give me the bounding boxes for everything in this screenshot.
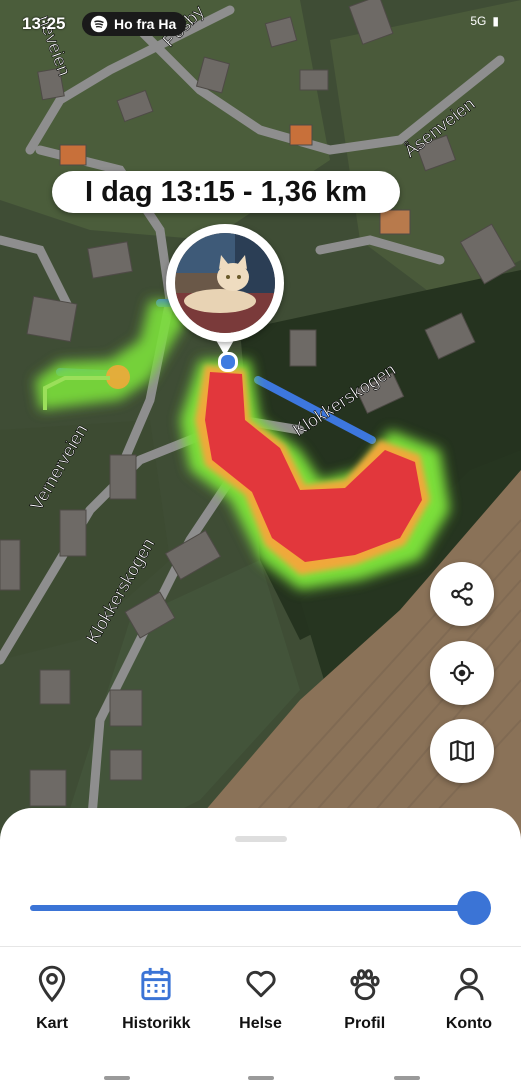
share-button[interactable] — [430, 562, 494, 626]
slider-track — [30, 905, 474, 911]
map-icon — [450, 740, 474, 762]
bottom-navigation: Kart Historikk Helse Profil Konto — [0, 946, 521, 1047]
status-bar: 13:25 Ho fra Ha 5G ▮ — [0, 0, 521, 46]
nav-label: Helse — [239, 1015, 282, 1032]
nav-label: Konto — [445, 1015, 493, 1032]
spotify-chip[interactable]: Ho fra Ha — [82, 12, 187, 36]
satellite-map: neveien Posby Åsenveien Klokkerskogen Ve… — [0, 0, 521, 840]
spotify-text: Ho fra Ha — [114, 16, 177, 32]
date-distance-pill: I dag 13:15 - 1,36 km — [52, 171, 400, 213]
person-icon — [454, 967, 484, 1001]
status-icons: 5G ▮ — [470, 14, 499, 28]
map-view[interactable]: neveien Posby Åsenveien Klokkerskogen Ve… — [0, 0, 521, 840]
slider-thumb[interactable] — [457, 891, 491, 925]
locate-icon — [450, 661, 474, 685]
nav-label: Profil — [344, 1015, 386, 1032]
pet-photo — [175, 233, 275, 333]
timeline-slider[interactable] — [30, 891, 491, 925]
nav-kart[interactable]: Kart — [0, 947, 104, 1047]
nav-profil[interactable]: Profil — [313, 947, 417, 1047]
status-time: 13:25 — [22, 14, 66, 33]
nav-label: Kart — [36, 1015, 69, 1032]
home-gesture[interactable] — [248, 1076, 274, 1080]
spotify-icon — [90, 15, 108, 33]
share-icon — [451, 582, 473, 606]
nav-historikk[interactable]: Historikk — [104, 947, 208, 1047]
system-gesture-bar — [0, 1046, 521, 1080]
nav-konto[interactable]: Konto — [417, 947, 521, 1047]
nav-label: Historikk — [122, 1015, 191, 1032]
paw-icon — [350, 969, 380, 1001]
nav-helse[interactable]: Helse — [208, 947, 312, 1047]
signal-text: 5G — [470, 14, 487, 28]
heart-icon — [245, 970, 276, 998]
calendar-icon — [141, 967, 171, 1001]
locate-button[interactable] — [430, 641, 494, 705]
sheet-handle[interactable] — [235, 836, 287, 842]
battery-icon: ▮ — [492, 14, 499, 28]
map-layers-button[interactable] — [430, 719, 494, 783]
back-gesture[interactable] — [394, 1076, 420, 1080]
recents-gesture[interactable] — [104, 1076, 130, 1080]
pet-location-marker[interactable] — [166, 224, 288, 372]
bottom-sheet — [0, 808, 521, 948]
current-position-dot — [218, 352, 238, 372]
map-pin-icon — [38, 965, 66, 1003]
